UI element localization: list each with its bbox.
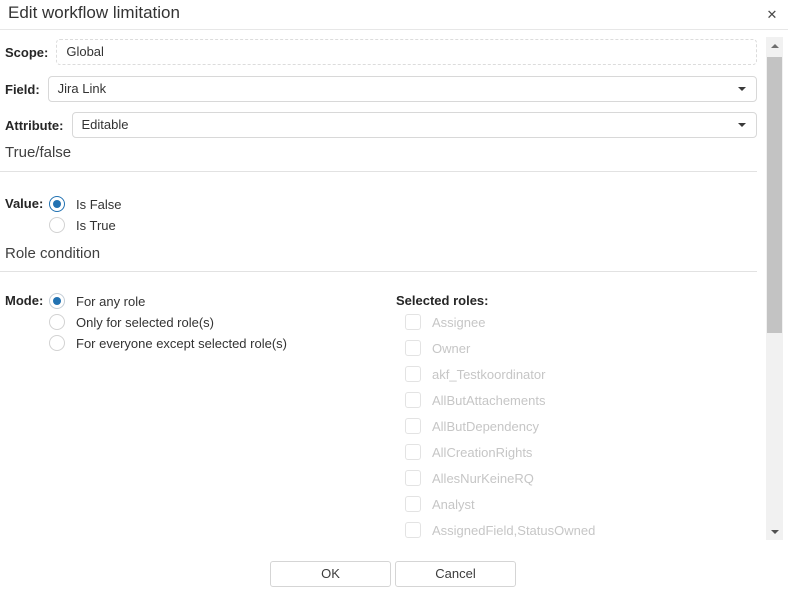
radio-option-label: For everyone except selected role(s) [76,336,287,351]
radio-option-is-true[interactable]: Is True [49,215,122,235]
scroll-down-icon[interactable] [766,523,783,540]
mode-label: Mode: [5,293,43,308]
role-item: Analyst [405,491,595,517]
truefalse-section-heading: True/false [5,144,71,161]
radio-option-everyone-except-selected[interactable]: For everyone except selected role(s) [49,333,287,353]
scope-label: Scope: [5,45,48,60]
vertical-scrollbar[interactable] [766,37,783,540]
role-item: Assignee [405,309,595,335]
role-label: AllCreationRights [432,445,532,460]
field-value: Jira Link [58,81,106,96]
chevron-down-icon [738,123,746,127]
section-divider [0,171,757,172]
attribute-label: Attribute: [5,118,64,133]
page-title: Edit workflow limitation [8,3,180,23]
role-checkbox[interactable] [405,444,421,460]
role-checkbox[interactable] [405,470,421,486]
radio-option-is-false[interactable]: Is False [49,194,122,214]
role-label: AllesNurKeineRQ [432,471,534,486]
field-label: Field: [5,82,40,97]
scroll-up-icon[interactable] [766,37,783,54]
mode-radio-group: For any role Only for selected role(s) F… [49,291,287,354]
role-checkbox[interactable] [405,496,421,512]
radio-option-for-any-role[interactable]: For any role [49,291,287,311]
field-dropdown[interactable]: Jira Link [48,76,757,102]
ok-button[interactable]: OK [270,561,391,587]
close-icon[interactable]: ✕ [762,5,782,25]
radio-icon[interactable] [49,196,65,212]
value-label: Value: [5,196,43,211]
role-item: AllesNurKeineRQ [405,465,595,491]
role-label: AllButDependency [432,419,539,434]
role-label: AssignedField,StatusOwned [432,523,595,538]
attribute-dropdown[interactable]: Editable [72,112,758,138]
radio-option-only-selected-roles[interactable]: Only for selected role(s) [49,312,287,332]
header-divider [0,29,788,30]
radio-icon[interactable] [49,335,65,351]
role-label: AllButAttachements [432,393,545,408]
radio-icon[interactable] [49,293,65,309]
scope-value: Global [66,44,104,59]
role-item: Owner [405,335,595,361]
scope-row: Scope: Global [5,39,757,65]
role-checkbox[interactable] [405,366,421,382]
attribute-value: Editable [82,117,129,132]
role-item: AllButDependency [405,413,595,439]
value-radio-group: Is False Is True [49,194,122,236]
section-divider [0,271,757,272]
radio-option-label: For any role [76,294,145,309]
scope-field: Global [56,39,757,65]
cancel-button[interactable]: Cancel [395,561,516,587]
role-label: Analyst [432,497,475,512]
radio-option-label: Only for selected role(s) [76,315,214,330]
role-checkbox[interactable] [405,392,421,408]
role-item: AssignedField,StatusOwned [405,517,595,543]
role-label: Assignee [432,315,485,330]
role-checkbox[interactable] [405,522,421,538]
role-item: akf_Testkoordinator [405,361,595,387]
chevron-down-icon [738,87,746,91]
edit-workflow-limitation-dialog: Edit workflow limitation ✕ Scope: Global… [0,0,788,592]
attribute-row: Attribute: Editable [5,112,757,138]
selected-roles-list: Assignee Owner akf_Testkoordinator AllBu… [405,309,595,543]
scrollbar-thumb[interactable] [767,57,782,333]
role-label: akf_Testkoordinator [432,367,545,382]
role-item: AllCreationRights [405,439,595,465]
radio-icon[interactable] [49,314,65,330]
role-checkbox[interactable] [405,340,421,356]
role-item: AllButAttachements [405,387,595,413]
selected-roles-label: Selected roles: [396,293,489,308]
radio-option-label: Is True [76,218,116,233]
role-section-heading: Role condition [5,245,100,262]
role-label: Owner [432,341,470,356]
field-row: Field: Jira Link [5,76,757,102]
radio-icon[interactable] [49,217,65,233]
role-checkbox[interactable] [405,418,421,434]
role-checkbox[interactable] [405,314,421,330]
radio-option-label: Is False [76,197,122,212]
